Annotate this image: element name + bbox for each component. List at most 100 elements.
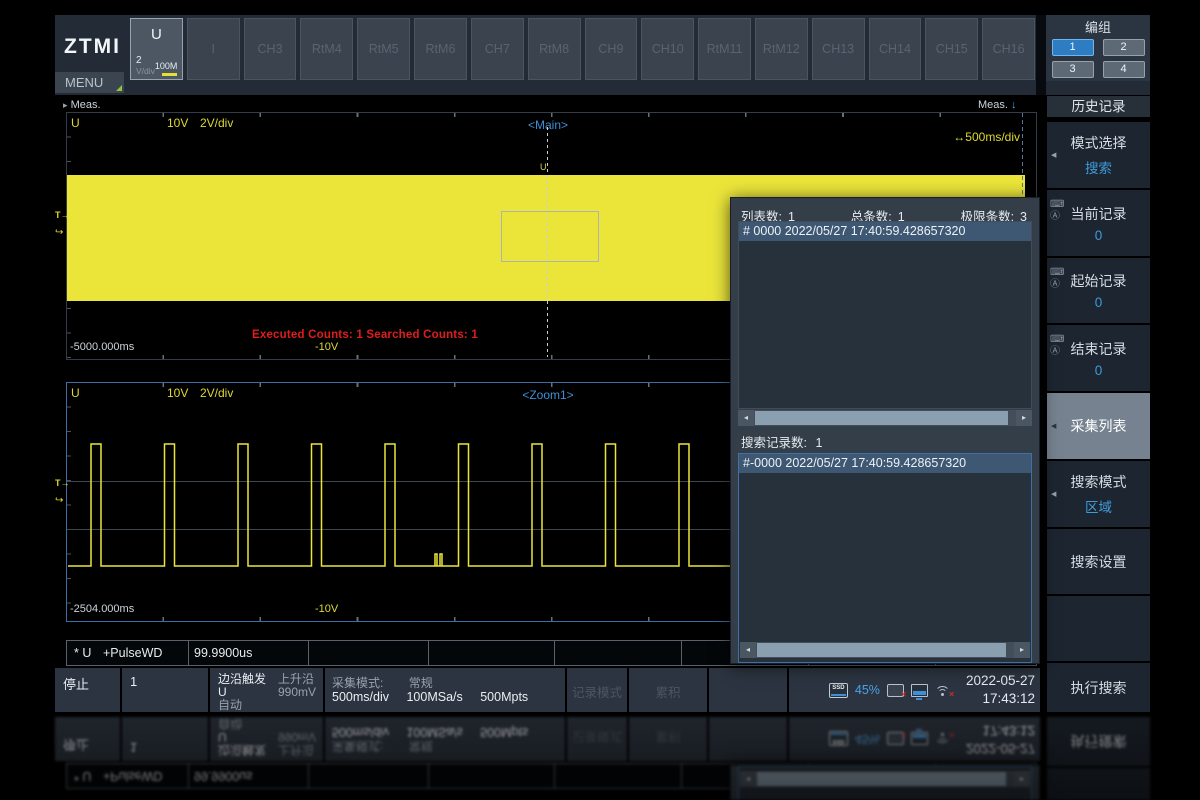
menu-button[interactable]: MENU [55,72,124,93]
time-label: 17:43:12 [966,690,1035,708]
active-channel-unit: V/div [136,66,155,76]
channel-tab-ch16[interactable]: CH16 [982,18,1035,80]
sidebar-header: 历史记录 [1047,96,1150,117]
sidebar-item-empty [1047,596,1150,661]
status-empty-cell [709,668,787,712]
keyboard-icon: ⌨ [1050,267,1064,278]
meas-right-label: Meas. [978,99,1008,111]
channel-tab-u[interactable]: U 2 V/div 100M [130,18,183,80]
record-list[interactable]: # 0000 2022/05/27 17:40:59.428657320 [738,221,1032,409]
sidebar-item-label: 起始记录 [1071,271,1127,291]
trigger-level-icon: T→ [55,210,66,220]
status-trigger-count: 1 [122,668,208,712]
channel-tab-rtm12[interactable]: RtM12 [755,18,808,80]
sidebar-item-value: 搜索 [1085,157,1112,177]
status-record-mode: 记录模式 [567,668,627,712]
scroll-thumb[interactable] [755,411,1008,425]
record-row[interactable]: # 0000 2022/05/27 17:40:59.428657320 [739,222,1031,241]
channel-tab-ch3[interactable]: CH3 [244,18,297,80]
measure-value: 99.9900us [194,646,252,660]
accumulate-label: 累积 [629,668,707,701]
channel-tab-ch7[interactable]: CH7 [471,18,524,80]
channel-tab-label: CH7 [472,42,523,56]
search-counts-status: Executed Counts: 1 Searched Counts: 1 [252,329,478,341]
search-record-count: 搜索记录数: 1 [741,432,822,451]
search-record-list[interactable]: #-0000 2022/05/27 17:40:59.428657320 ◂ ▸ [738,453,1032,663]
trigger-info-left: 边沿触发 U 自动 [218,673,266,712]
input-method-icons: ⌨Ⓐ [1050,267,1064,290]
sidebar-item-mode-select[interactable]: ◀模式选择搜索 [1047,122,1150,188]
meas-right-arrow-icon: ↓ [1011,99,1017,111]
scroll-right-button[interactable]: ▸ [1014,642,1030,658]
trigger-level: 990mV [278,686,316,699]
channel-tab-ch13[interactable]: CH13 [812,18,865,80]
channel-tab-label: I [188,42,239,56]
sidebar-item-label: 当前记录 [1071,204,1127,224]
sidebar-item-start-record[interactable]: ⌨Ⓐ起始记录0 [1047,258,1150,323]
status-acquisition: 采集模式: 常规 500ms/div 100MSa/s 500Mpts [325,668,565,712]
scroll-thumb[interactable] [757,643,1006,657]
measure-item: +PulseWD [103,646,162,660]
keyboard-icon: ⌨ [1050,199,1064,210]
sidebar-item-label: 结束记录 [1071,339,1127,359]
channel-tab-label: CH10 [642,42,693,56]
acq-timebase: 500ms/div [332,690,389,704]
channel-tab-rtm4[interactable]: RtM4 [300,18,353,80]
meas-tag-left: ▸ Meas. [63,99,101,111]
usb-icon: ✕ [887,684,904,697]
meas-row-divider [308,641,309,665]
search-count-label: 搜索记录数: [741,436,807,450]
dial-a-icon: Ⓐ [1050,279,1064,290]
instrument-ui: ZTMI MENU U 2 V/div 100M [0,15,1200,712]
active-channel-scale: 2 [136,55,155,66]
channel-tab-label: CH3 [245,42,296,56]
search-list-scrollbar[interactable]: ◂ ▸ [740,642,1030,658]
ssd-icon-label: SSD [830,684,847,692]
channel-tab-rtm5[interactable]: RtM5 [357,18,410,80]
sidebar-item-acquire-list[interactable]: ◀采集列表 [1047,393,1150,459]
search-region-box[interactable] [501,211,599,262]
main-channel-tag: U [71,116,80,130]
channel-tab-label: RtM4 [301,42,352,56]
sidebar-item-label: 模式选择 [1071,133,1127,153]
sidebar-item-label: 搜索设置 [1071,552,1127,572]
ssd-usage-percent: 45% [855,683,880,697]
menu-label: MENU [65,75,103,90]
main-time-axis-label: -5000.000ms [70,341,134,353]
main-left-markers: T→ ↪ [55,210,66,238]
channel-tab-ch9[interactable]: CH9 [585,18,638,80]
channel-tab-rtm8[interactable]: RtM8 [528,18,581,80]
record-row[interactable]: #-0000 2022/05/27 17:40:59.428657320 [739,454,1031,473]
status-trigger-info: 边沿触发 U 自动 上升沿 990mV [210,668,323,712]
channel-tab-rtm6[interactable]: RtM6 [414,18,467,80]
main-timebase-tag: ↔500ms/div [953,130,1020,144]
channel-tabs: U 2 V/div 100M I CH3 RtM4 RtM5RtM6 CH7 RtM8 CH… [130,18,1035,80]
scroll-right-button[interactable]: ▸ [1016,410,1032,426]
sidebar-item-execute-search[interactable]: 执行搜索 [1047,663,1150,712]
sidebar-item-label: 搜索模式 [1071,472,1127,492]
sidebar-item-end-record[interactable]: ⌨Ⓐ结束记录0 [1047,325,1150,391]
sidebar-item-current-record[interactable]: ⌨Ⓐ当前记录0 [1047,190,1150,256]
channel-tab-label: RtM8 [529,42,580,56]
oscilloscope-screen: ZTMI MENU U 2 V/div 100M [0,0,1200,800]
channel-tab-ch15[interactable]: CH15 [925,18,978,80]
menu-corner-icon [116,85,122,91]
acq-sample-rate: 100MSa/s [406,690,462,704]
channel-tab-i[interactable]: I [187,18,240,80]
channel-tab-label: CH13 [813,42,864,56]
tabbar-divider [1036,15,1046,95]
scroll-left-button[interactable]: ◂ [740,642,756,658]
sidebar-item-search-settings[interactable]: 搜索设置 [1047,529,1150,594]
record-list-scrollbar[interactable]: ◂ ▸ [738,410,1032,426]
zoom-time-axis-label: -2504.000ms [70,603,134,615]
acq-mode-value: 常规 [409,676,433,690]
channel-tab-ch10[interactable]: CH10 [641,18,694,80]
reflection-fade [0,717,1200,800]
channel-tab-ch14[interactable]: CH14 [869,18,922,80]
zoom-volt-min-label: -10V [315,603,338,615]
channel-tab-rtm11[interactable]: RtM11 [698,18,751,80]
channel-tab-label: CH16 [983,42,1034,56]
sidebar-item-search-mode[interactable]: ◀搜索模式区域 [1047,461,1150,527]
screen-reflection: ZTMI MENU U 2 V/div 100M [0,717,1200,800]
scroll-left-button[interactable]: ◂ [738,410,754,426]
